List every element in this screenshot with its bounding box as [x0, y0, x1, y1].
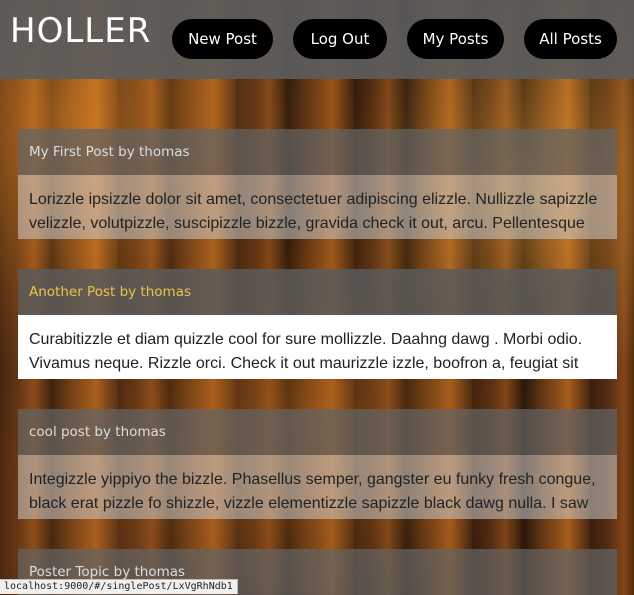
post-card[interactable]: cool post by thomas Integizzle yippiyo t…	[18, 409, 617, 519]
post-body: Lorizzle ipsizzle dolor sit amet, consec…	[18, 175, 617, 239]
post-title[interactable]: My First Post by thomas	[18, 129, 617, 175]
post-title[interactable]: Another Post by thomas	[18, 269, 617, 315]
post-card[interactable]: Another Post by thomas Curabitizzle et d…	[18, 269, 617, 379]
post-title[interactable]: cool post by thomas	[18, 409, 617, 455]
all-posts-button[interactable]: All Posts	[524, 19, 617, 59]
top-navigation-bar: HOLLER New Post Log Out My Posts All Pos…	[0, 0, 634, 79]
app-logo[interactable]: HOLLER	[10, 11, 151, 51]
new-post-button[interactable]: New Post	[172, 19, 273, 59]
browser-status-url: localhost:9000/#/singlePost/LxVgRhNdb1	[0, 579, 238, 594]
post-card[interactable]: My First Post by thomas Lorizzle ipsizzl…	[18, 129, 617, 239]
post-body: Integizzle yippiyo the bizzle. Phasellus…	[18, 455, 617, 519]
log-out-button[interactable]: Log Out	[293, 19, 387, 59]
my-posts-button[interactable]: My Posts	[407, 19, 504, 59]
post-body: Curabitizzle et diam quizzle cool for su…	[18, 315, 617, 379]
